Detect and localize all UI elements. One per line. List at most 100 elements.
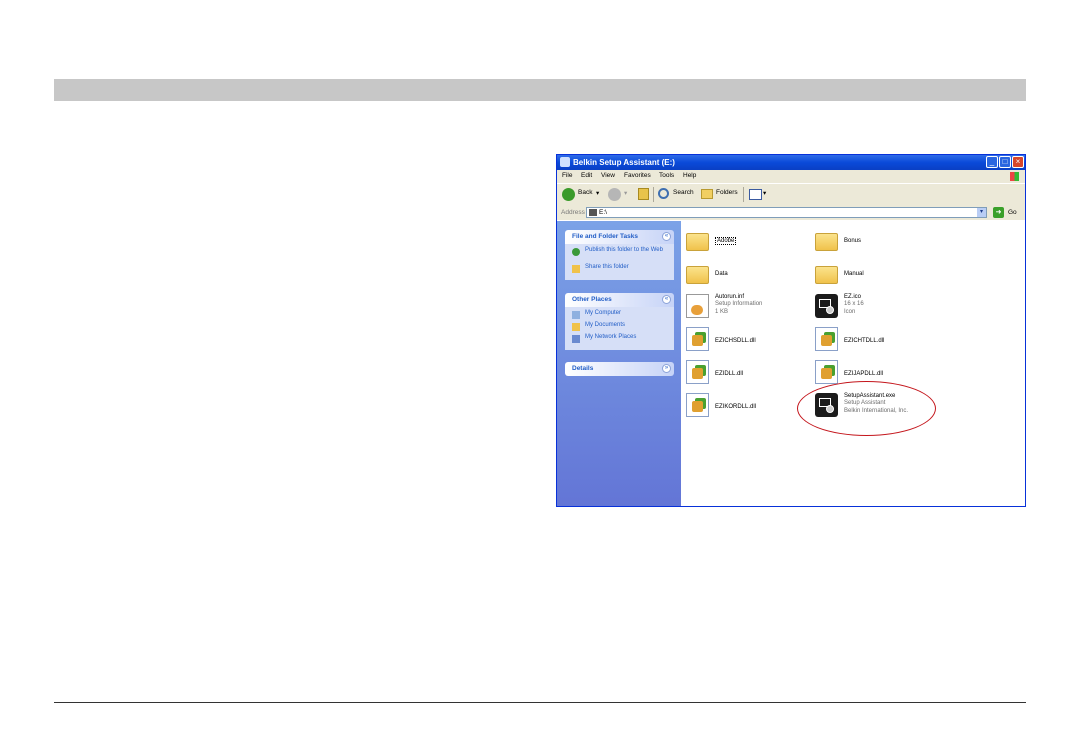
file-item[interactable]: Adobe: [686, 227, 806, 257]
file-name: EZ.ico: [844, 294, 862, 300]
windows-logo-icon: [1010, 172, 1019, 181]
dll-icon: [815, 360, 838, 384]
file-item[interactable]: EZ.ico 16 x 16 Icon: [815, 294, 935, 324]
address-input[interactable]: E:\ ▾: [586, 207, 987, 218]
search-icon[interactable]: [658, 188, 669, 199]
file-item[interactable]: Bonus: [815, 227, 935, 257]
go-button[interactable]: Go: [1008, 209, 1017, 216]
address-dropdown-icon[interactable]: ▾: [977, 208, 986, 217]
globe-icon: [572, 248, 580, 256]
panel-title: Details: [572, 365, 594, 372]
file-item[interactable]: EZIKORDLL.dll: [686, 393, 806, 423]
computer-icon: [572, 311, 580, 319]
maximize-button[interactable]: □: [999, 156, 1011, 168]
close-button[interactable]: ×: [1012, 156, 1024, 168]
menu-view[interactable]: View: [601, 172, 615, 179]
share-folder-link[interactable]: Share this folder: [565, 264, 674, 276]
publish-folder-link[interactable]: Publish this folder to the Web: [565, 247, 674, 264]
file-name: Adobe: [715, 237, 737, 245]
back-button[interactable]: Back: [578, 189, 592, 196]
folder-window-icon: [560, 157, 570, 167]
network-icon: [572, 335, 580, 343]
link-label: Share this folder: [585, 264, 629, 270]
address-bar: Address E:\ ▾ ➜ Go: [557, 206, 1025, 220]
file-size: 1 KB: [715, 309, 729, 315]
window-title: Belkin Setup Assistant (E:): [573, 158, 675, 167]
menu-favorites[interactable]: Favorites: [624, 172, 651, 179]
menu-help[interactable]: Help: [683, 172, 696, 179]
details-panel: Details »: [565, 362, 674, 376]
my-documents-link[interactable]: My Documents: [565, 322, 674, 334]
file-name: Autorun.inf: [715, 294, 745, 300]
file-item[interactable]: Manual: [815, 260, 935, 290]
file-type: Setup Information: [715, 301, 763, 307]
link-label: My Network Places: [585, 334, 637, 340]
task-pane: File and Folder Tasks « Publish this fol…: [557, 221, 681, 506]
file-item[interactable]: EZICHSDLL.dll: [686, 327, 806, 357]
panel-title: Other Places: [572, 296, 612, 303]
file-folder-tasks-panel: File and Folder Tasks « Publish this fol…: [565, 230, 674, 280]
collapse-icon[interactable]: «: [662, 295, 671, 304]
folder-icon: [815, 266, 838, 284]
collapse-icon[interactable]: «: [662, 232, 671, 241]
explorer-window[interactable]: Belkin Setup Assistant (E:) _ □ × File E…: [556, 154, 1026, 507]
address-value: E:\: [599, 209, 607, 216]
panel-title: File and Folder Tasks: [572, 233, 638, 240]
search-button[interactable]: Search: [673, 189, 694, 196]
file-item[interactable]: EZICHTDLL.dll: [815, 327, 935, 357]
views-dropdown-icon[interactable]: ▾: [763, 189, 766, 197]
panel-body: My Computer My Documents My Network Plac…: [565, 307, 674, 350]
file-type: Icon: [844, 309, 856, 315]
dll-icon: [686, 393, 709, 417]
expand-icon[interactable]: »: [662, 364, 671, 373]
views-icon[interactable]: [749, 189, 762, 200]
file-folder-tasks-header[interactable]: File and Folder Tasks «: [565, 230, 674, 244]
menu-tools[interactable]: Tools: [659, 172, 674, 179]
other-places-header[interactable]: Other Places «: [565, 293, 674, 307]
folders-icon[interactable]: [701, 189, 713, 199]
file-item[interactable]: EZIDLL.dll: [686, 360, 806, 390]
menu-edit[interactable]: Edit: [581, 172, 592, 179]
details-header[interactable]: Details »: [565, 362, 674, 376]
forward-arrow-icon[interactable]: [608, 188, 621, 201]
my-computer-link[interactable]: My Computer: [565, 310, 674, 322]
title-bar[interactable]: Belkin Setup Assistant (E:) _ □ ×: [557, 155, 1025, 170]
link-label: My Computer: [585, 310, 622, 316]
share-folder-icon: [572, 265, 580, 273]
up-folder-icon[interactable]: [638, 188, 649, 200]
address-label: Address: [561, 209, 585, 216]
folder-icon: [686, 233, 709, 251]
forward-dropdown-icon[interactable]: ▾: [624, 189, 627, 197]
dll-icon: [815, 327, 838, 351]
file-name: EZIKORDLL.dll: [715, 404, 757, 410]
go-arrow-icon[interactable]: ➜: [993, 207, 1004, 218]
file-name: EZICHSDLL.dll: [715, 338, 756, 344]
folders-button[interactable]: Folders: [716, 189, 738, 196]
file-name: Bonus: [844, 238, 862, 244]
dll-icon: [686, 360, 709, 384]
link-label: Publish this folder to the Web: [585, 247, 663, 253]
menu-file[interactable]: File: [562, 172, 572, 179]
folder-icon: [686, 266, 709, 284]
toolbar-separator: [743, 187, 744, 202]
file-name: EZIJAPDLL.dll: [844, 371, 884, 377]
folder-icon: [815, 233, 838, 251]
file-name: Data: [715, 271, 728, 277]
my-network-places-link[interactable]: My Network Places: [565, 334, 674, 346]
back-dropdown-icon[interactable]: ▾: [596, 189, 599, 197]
file-name: EZICHTDLL.dll: [844, 338, 885, 344]
file-name: EZIDLL.dll: [715, 371, 744, 377]
minimize-button[interactable]: _: [986, 156, 998, 168]
highlight-circle: [797, 381, 936, 436]
file-item[interactable]: Autorun.inf Setup Information 1 KB: [686, 294, 806, 324]
header-band: [54, 79, 1026, 101]
toolbar: Back ▾ ▾ Search Folders ▾: [557, 183, 1025, 206]
setup-info-icon: [686, 294, 709, 318]
link-label: My Documents: [585, 322, 626, 328]
file-item[interactable]: Data: [686, 260, 806, 290]
toolbar-separator: [653, 187, 654, 202]
drive-icon: [589, 209, 597, 216]
back-arrow-icon[interactable]: [562, 188, 575, 201]
file-dimensions: 16 x 16: [844, 301, 864, 307]
dll-icon: [686, 327, 709, 351]
